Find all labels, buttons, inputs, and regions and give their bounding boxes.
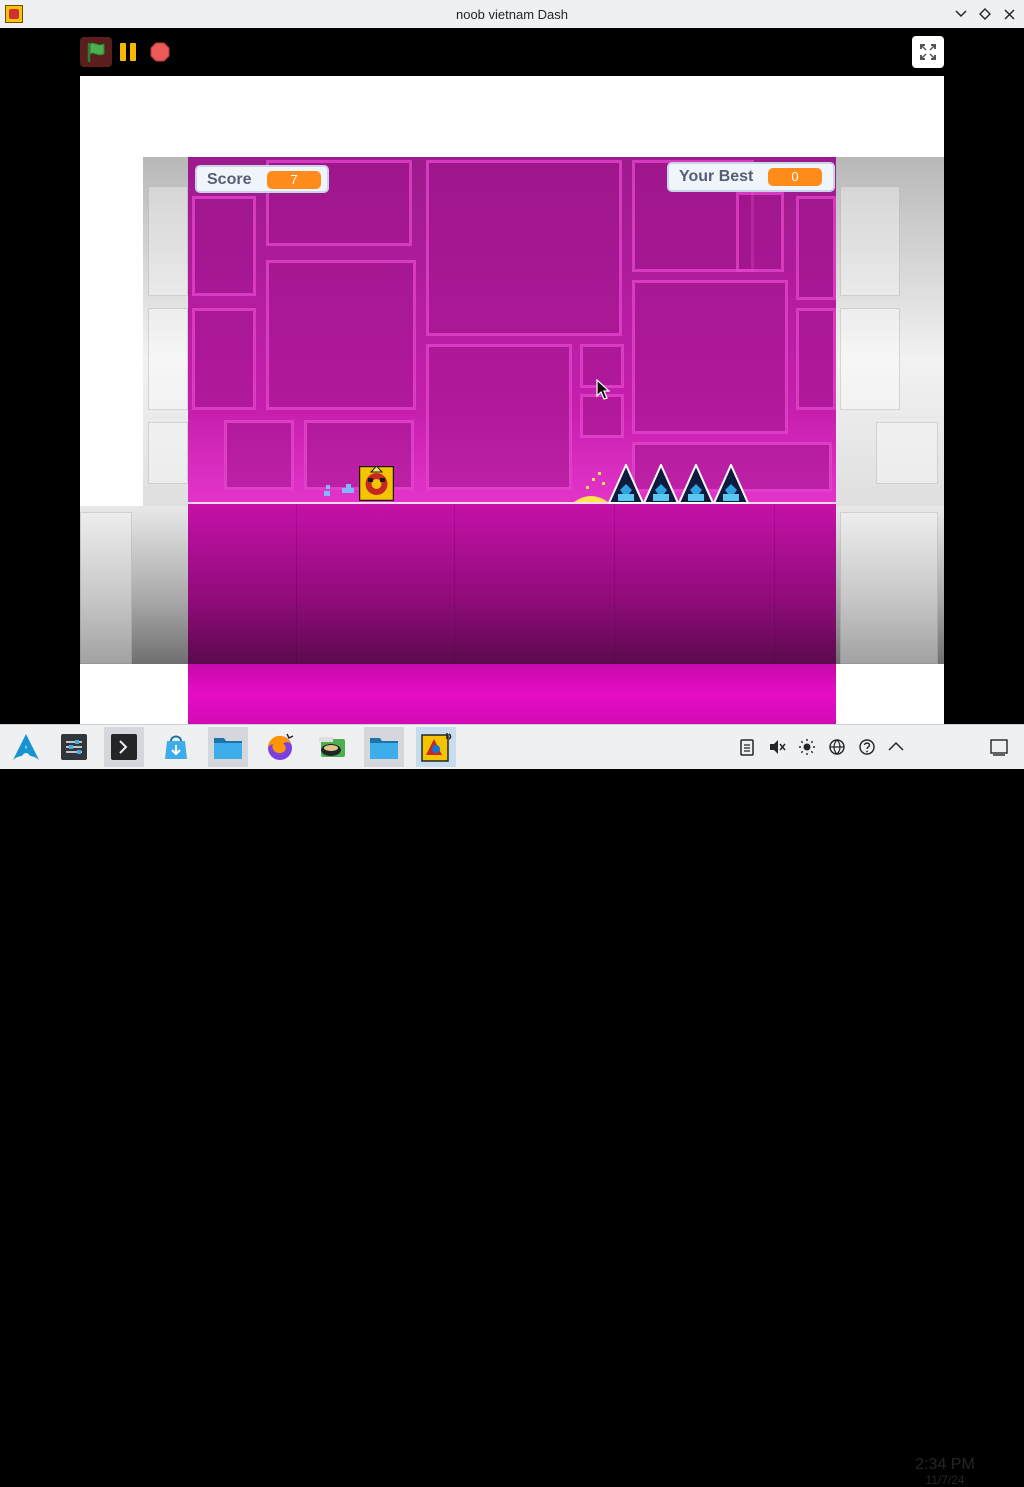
bg-tile — [148, 186, 188, 296]
bg-tile — [426, 344, 572, 490]
ground-platform — [188, 502, 836, 666]
pause-icon — [120, 43, 126, 61]
show-desktop-icon[interactable] — [990, 738, 1008, 756]
spike-obstacle — [643, 464, 679, 504]
bg-tile — [148, 422, 188, 484]
jump-pad-spark — [598, 472, 601, 475]
taskbar: 2:34 PM 11/7/24 — [0, 724, 1024, 1487]
best-value: 0 — [768, 168, 822, 186]
pause-button[interactable] — [119, 43, 137, 61]
terminal-icon — [111, 734, 137, 760]
bg-tile — [840, 512, 938, 664]
bg-tile — [632, 280, 788, 434]
player-trail — [342, 488, 354, 493]
score-label: Score — [207, 171, 252, 188]
taskbar-app-discover[interactable] — [156, 727, 196, 767]
diamond-icon — [979, 8, 991, 20]
bg-tile — [266, 260, 416, 410]
taskbar-app-files[interactable] — [208, 727, 248, 767]
game-icon — [421, 733, 452, 762]
close-button[interactable] — [999, 4, 1019, 24]
bg-tile — [224, 420, 294, 490]
file-manager-icon — [214, 738, 242, 759]
clock-date[interactable]: 11/7/24 — [910, 1473, 980, 1487]
window-title: noob vietnam Dash — [455, 7, 568, 22]
ground-seam — [774, 504, 775, 664]
player-toolbar — [0, 28, 1024, 76]
taskbar-app-folder[interactable] — [364, 727, 404, 767]
player-trail — [324, 491, 330, 496]
jump-pad — [574, 496, 608, 502]
discover-icon — [165, 735, 187, 759]
system-settings-icon — [61, 734, 87, 760]
brightness-icon[interactable] — [798, 738, 816, 756]
ground-seam — [614, 504, 615, 664]
bg-tile — [736, 192, 784, 272]
pause-icon — [130, 43, 136, 61]
score-display: Score 7 — [195, 165, 329, 193]
ground-seam — [296, 504, 297, 664]
bg-tile — [840, 308, 900, 410]
close-icon — [1003, 8, 1015, 20]
taskbar-app-game[interactable] — [416, 727, 456, 767]
spike-obstacle — [713, 464, 749, 504]
chevron-down-icon — [955, 10, 967, 18]
bg-tile — [796, 308, 836, 410]
fullscreen-button[interactable] — [912, 36, 944, 68]
network-icon[interactable] — [828, 738, 846, 756]
bg-tile — [426, 160, 622, 336]
volume-muted-icon[interactable] — [768, 738, 786, 756]
mouse-cursor-icon — [596, 379, 610, 400]
window-titlebar[interactable]: noob vietnam Dash — [0, 0, 1024, 29]
taskbar-app-sandwich[interactable] — [312, 727, 352, 767]
green-flag-icon — [87, 42, 105, 62]
best-label: Your Best — [679, 168, 754, 185]
sandwich-app-icon — [319, 737, 345, 757]
jump-pad-spark — [592, 478, 595, 481]
ground-lower — [188, 664, 836, 724]
best-score-display: Your Best 0 — [667, 162, 835, 192]
taskbar-app-settings[interactable] — [54, 727, 94, 767]
chevron-up-icon[interactable] — [887, 738, 905, 756]
bg-tile — [192, 308, 256, 410]
spike-obstacle — [678, 464, 714, 504]
green-flag-button[interactable] — [80, 37, 112, 67]
bg-tile — [840, 186, 900, 296]
maximize-button[interactable] — [975, 4, 995, 24]
help-icon[interactable] — [858, 738, 876, 756]
firefox-icon — [268, 733, 294, 760]
jump-pad-spark — [586, 486, 589, 489]
taskbar-app-terminal[interactable] — [104, 727, 144, 767]
bg-tile — [876, 422, 938, 484]
game-stage[interactable]: Score 7 Your Best 0 — [80, 76, 944, 724]
bg-tile — [80, 512, 132, 664]
application-launcher[interactable] — [6, 727, 46, 767]
ground-seam — [454, 504, 455, 664]
spike-obstacle — [608, 464, 644, 504]
score-value: 7 — [267, 171, 321, 189]
folder-icon — [370, 738, 398, 759]
player-trail — [346, 484, 351, 488]
stop-icon — [150, 42, 170, 62]
fullscreen-icon — [920, 44, 936, 60]
player-cube — [359, 466, 394, 501]
clipboard-icon[interactable] — [738, 738, 756, 756]
player-trail — [326, 485, 330, 489]
jump-pad-spark — [602, 482, 605, 485]
clock-time[interactable]: 2:34 PM — [910, 1456, 980, 1474]
bg-tile — [148, 308, 188, 410]
arch-linux-icon — [13, 734, 39, 760]
minimize-button[interactable] — [951, 4, 971, 24]
taskbar-app-firefox[interactable] — [260, 727, 300, 767]
bg-tile — [796, 196, 836, 300]
bg-tile — [192, 196, 256, 296]
stop-button[interactable] — [150, 42, 170, 62]
